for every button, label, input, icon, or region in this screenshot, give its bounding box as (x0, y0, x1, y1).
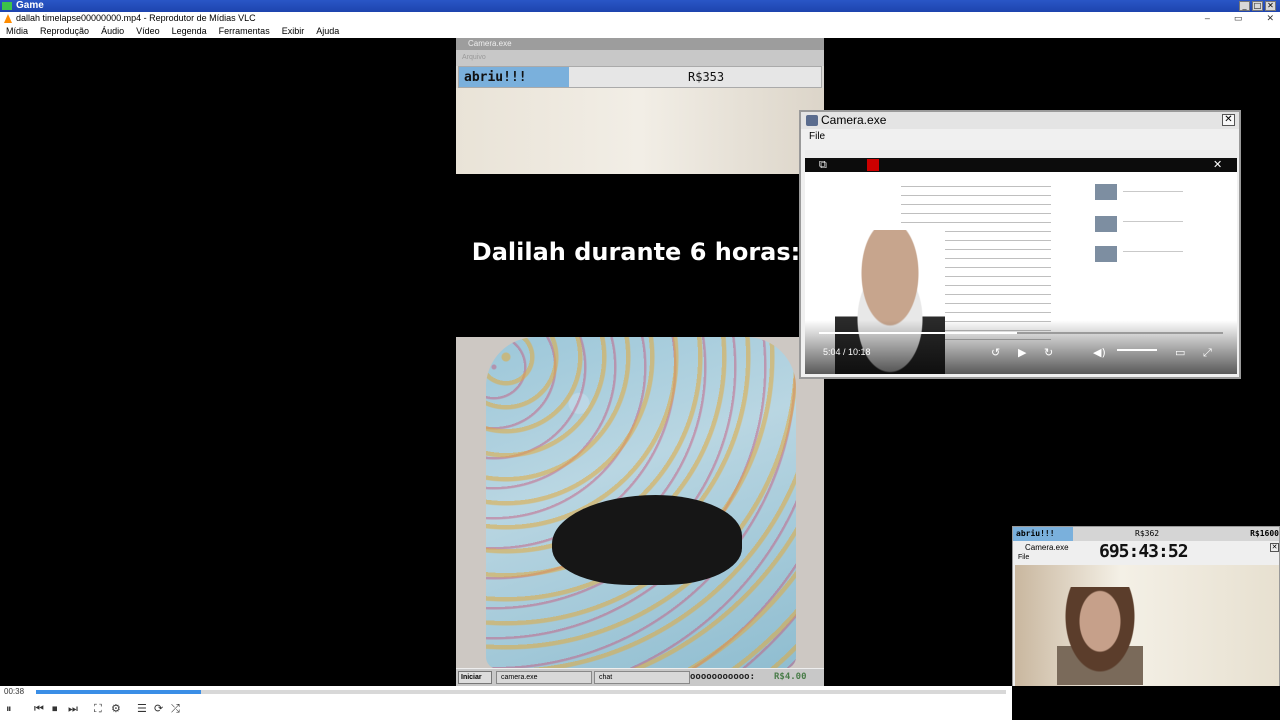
play-icon[interactable]: ▶ (1018, 346, 1026, 359)
minimize-button[interactable]: _ (1239, 1, 1250, 11)
vlc-window-title: dallah timelapse00000000.mp4 - Reproduto… (16, 13, 256, 23)
vlc-minimize-button[interactable]: – (1205, 12, 1210, 25)
vlc-menubar: Mídia Reprodução Áudio Vídeo Legenda Fer… (0, 25, 1280, 38)
next-button[interactable]: ⏭ (68, 702, 78, 716)
center-camera-title: Camera.exe (456, 38, 824, 50)
menu-midia[interactable]: Mídia (6, 25, 28, 38)
mini-timer: 695:43:52 (1099, 541, 1189, 562)
center-status-label: abriu!!! (464, 70, 527, 85)
sidebar-thumb-1 (1095, 184, 1117, 200)
player-progress-bar[interactable] (819, 332, 1223, 334)
menu-video[interactable]: Vídeo (136, 25, 160, 38)
camera-exe-window: Camera.exe ✕ File ⧉ ✕ 5:04 / 10:18 ↺ ▶ ↻… (799, 110, 1241, 379)
video-caption: Dalilah durante 6 horas: (471, 238, 801, 266)
camera-exe-close-button[interactable]: ✕ (1222, 114, 1235, 126)
game-logo-icon (2, 2, 12, 10)
inner-taskbar: Iniciar camera.exe chat ooooooooooo: R$4… (456, 668, 824, 686)
streamer-image (1057, 587, 1143, 685)
maximize-button[interactable]: □ (1252, 1, 1263, 11)
mini-money-mid: R$362 (1135, 529, 1160, 538)
taskbar-item-camera[interactable]: camera.exe (496, 671, 592, 684)
pip-icon[interactable]: ⧉ (819, 158, 827, 172)
camera-app-icon (806, 115, 818, 126)
fullscreen-icon[interactable]: ⤢ (1203, 346, 1212, 360)
news-logo-icon (867, 159, 879, 171)
volume-slider[interactable] (1117, 349, 1157, 351)
pause-button[interactable]: ⏸ (6, 702, 12, 716)
center-status-bar: abriu!!! R$353 (458, 66, 822, 88)
vlc-restore-button[interactable]: ▭ (1234, 12, 1243, 25)
stop-button[interactable]: ⏹ (52, 702, 58, 716)
fullscreen-button[interactable]: ⛶ (94, 702, 102, 716)
seek-slider[interactable] (36, 690, 1006, 694)
news-video-player[interactable]: ⧉ ✕ 5:04 / 10:18 ↺ ▶ ↻ ◀) ▭ ⤢ (805, 150, 1237, 374)
captions-icon[interactable]: ▭ (1175, 346, 1185, 359)
start-button[interactable]: Iniciar (458, 671, 492, 684)
menu-ferramentas[interactable]: Ferramentas (219, 25, 270, 38)
taskbar-item-chat[interactable]: chat (594, 671, 690, 684)
mini-close-button[interactable]: ✕ (1270, 543, 1279, 552)
vlc-titlebar[interactable]: dallah timelapse00000000.mp4 - Reproduto… (0, 12, 1280, 25)
center-camera-window: Camera.exe Arquivo abriu!!! R$353 (456, 38, 824, 174)
player-close-icon[interactable]: ✕ (1213, 158, 1222, 171)
shuffle-button[interactable]: ⤮ (171, 702, 180, 716)
player-progress-fill (819, 332, 1017, 334)
rewind-icon[interactable]: ↺ (991, 346, 1000, 359)
camera-exe-title: Camera.exe (821, 113, 887, 127)
forward-icon[interactable]: ↻ (1044, 346, 1053, 359)
menu-legenda[interactable]: Legenda (172, 25, 207, 38)
close-button[interactable]: ✕ (1265, 1, 1276, 11)
loop-button[interactable]: ⟳ (154, 702, 163, 715)
taskbar-counter: ooooooooooo: (690, 672, 756, 682)
menu-exibir[interactable]: Exibir (282, 25, 305, 38)
vlc-controls: ⏸ ⏮ ⏹ ⏭ ⛶ ⚙ ☰ ⟳ ⤮ (0, 699, 1012, 720)
vlc-close-button[interactable]: ✕ (1266, 12, 1274, 25)
center-money: R$353 (688, 70, 725, 84)
elapsed-time: 00:38 (4, 687, 25, 696)
outer-window-title: Game (16, 0, 44, 11)
playlist-button[interactable]: ☰ (137, 702, 147, 715)
mini-status-bar: abriu!!! R$362 R$1600 (1013, 527, 1279, 541)
seek-fill (36, 690, 201, 694)
menu-audio[interactable]: Áudio (101, 25, 124, 38)
outer-window-titlebar[interactable]: Game _ □ ✕ (0, 0, 1280, 12)
volume-icon[interactable]: ◀) (1093, 346, 1106, 359)
video-display[interactable]: Camera.exe Arquivo abriu!!! R$353 Dalila… (0, 38, 1280, 686)
webcam-room-image (1015, 565, 1279, 686)
center-camera-menu: Arquivo (456, 50, 824, 66)
extended-settings-button[interactable]: ⚙ (111, 702, 121, 715)
player-time: 5:04 / 10:18 (823, 347, 871, 357)
previous-button[interactable]: ⏮ (34, 702, 44, 716)
vlc-seekbar: 00:38 (0, 686, 1012, 699)
camera-room-view (456, 88, 824, 174)
browser-chrome (805, 150, 1237, 158)
mini-status-label: abriu!!! (1016, 529, 1055, 538)
taskbar-money: R$4.00 (774, 672, 807, 682)
mini-camera-widget: abriu!!! R$362 R$1600 Camera.exe ✕ File … (1012, 526, 1280, 686)
sidebar-text (1123, 186, 1183, 266)
camera-exe-titlebar[interactable]: Camera.exe ✕ (801, 112, 1239, 129)
vlc-cone-icon (4, 14, 12, 23)
menu-ajuda[interactable]: Ajuda (316, 25, 339, 38)
menu-reproducao[interactable]: Reprodução (40, 25, 89, 38)
mini-camera-title: Camera.exe (1025, 543, 1069, 552)
cat-camera-view: Iniciar camera.exe chat ooooooooooo: R$4… (456, 337, 824, 686)
sidebar-thumb-3 (1095, 246, 1117, 262)
sidebar-thumb-2 (1095, 216, 1117, 232)
camera-exe-file-menu[interactable]: File (801, 129, 1239, 145)
mini-money-right: R$1600 (1250, 529, 1279, 538)
